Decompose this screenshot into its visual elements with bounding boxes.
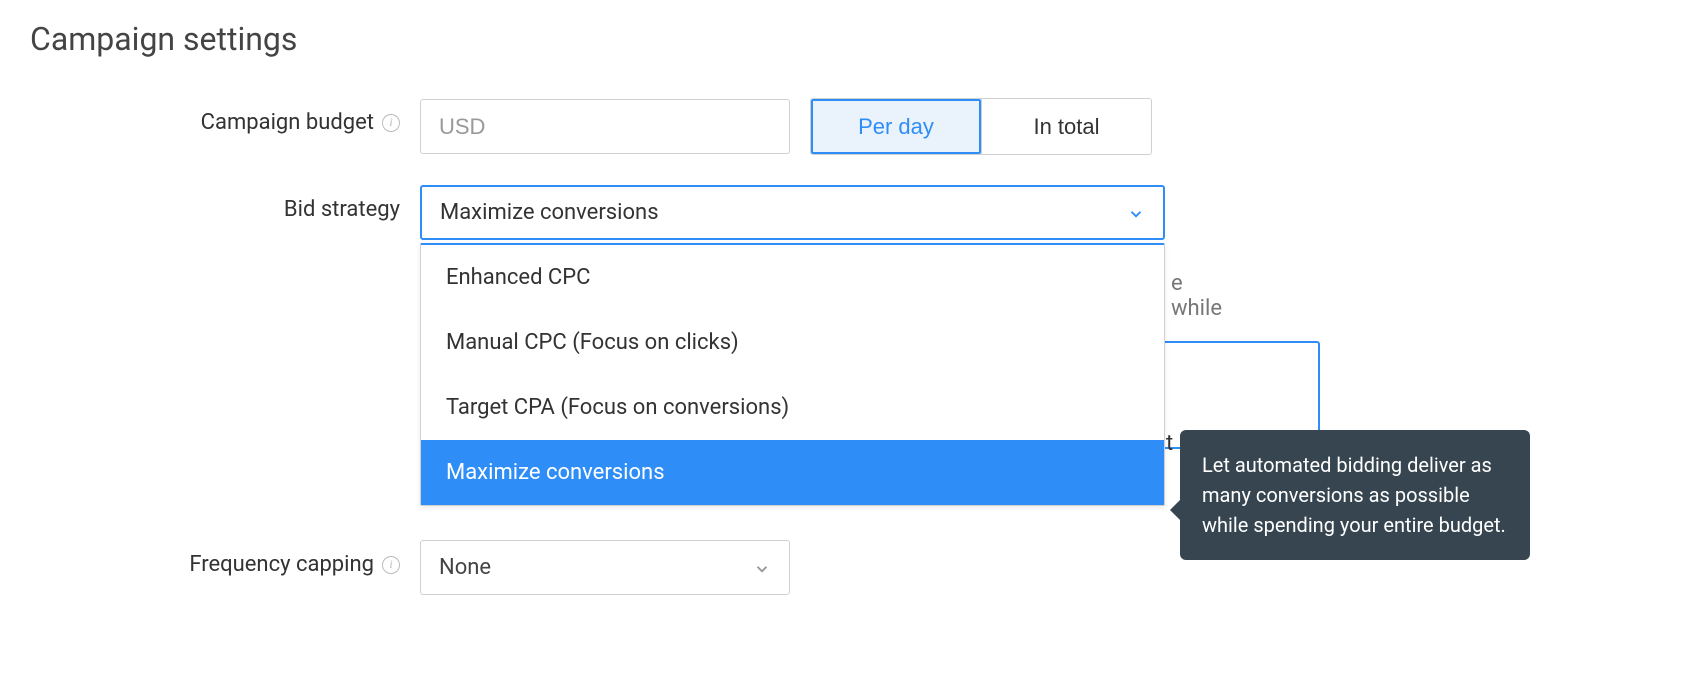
bid-option-maximize-conversions[interactable]: Maximize conversions [421, 440, 1164, 505]
bid-option-manual-cpc[interactable]: Manual CPC (Focus on clicks) [421, 310, 1164, 375]
campaign-budget-input[interactable] [420, 99, 790, 154]
budget-period-toggle: Per day In total [810, 98, 1152, 155]
occluded-char: t [1166, 431, 1173, 456]
per-day-button[interactable]: Per day [811, 99, 981, 154]
chevron-down-icon [753, 559, 771, 577]
campaign-budget-row: Campaign budget i Per day In total [30, 98, 1652, 155]
bid-strategy-tooltip: Let automated bidding deliver as many co… [1180, 430, 1530, 560]
in-total-button[interactable]: In total [981, 99, 1151, 154]
bid-strategy-dropdown: Enhanced CPC Manual CPC (Focus on clicks… [420, 243, 1165, 506]
info-icon[interactable]: i [382, 114, 400, 132]
info-icon[interactable]: i [382, 556, 400, 574]
occluded-text-fragment: e while [1171, 271, 1222, 321]
bid-strategy-row: Bid strategy Maximize conversions e whil… [30, 185, 1652, 240]
page-title: Campaign settings [30, 20, 1652, 58]
bid-strategy-selected-value: Maximize conversions [440, 200, 659, 225]
frequency-capping-selected-value: None [439, 555, 491, 580]
frequency-capping-select[interactable]: None [420, 540, 790, 595]
frequency-capping-label: Frequency capping [189, 552, 374, 577]
bid-option-enhanced-cpc[interactable]: Enhanced CPC [421, 245, 1164, 310]
bid-strategy-label: Bid strategy [284, 197, 400, 222]
bid-option-target-cpa[interactable]: Target CPA (Focus on conversions) [421, 375, 1164, 440]
chevron-down-icon [1127, 204, 1145, 222]
campaign-budget-label: Campaign budget [201, 110, 374, 135]
bid-strategy-select[interactable]: Maximize conversions [420, 185, 1165, 240]
